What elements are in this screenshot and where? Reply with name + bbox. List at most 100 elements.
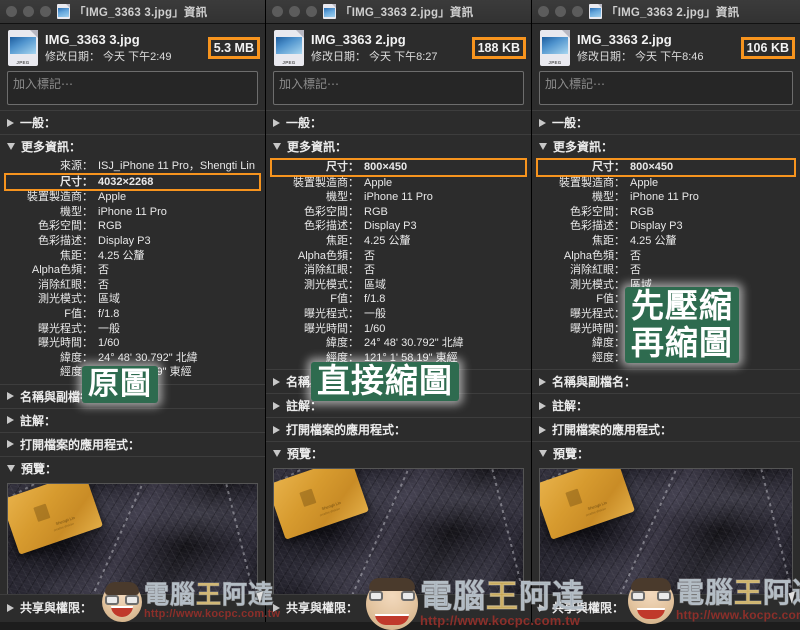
minimize-button[interactable] — [555, 6, 566, 17]
window-controls[interactable] — [6, 6, 51, 17]
section-preview[interactable]: 預覽： — [266, 442, 531, 466]
metadata-key: 曝光程式： — [304, 307, 359, 320]
metadata-value: 否 — [98, 264, 109, 277]
window-controls[interactable] — [272, 6, 317, 17]
metadata-row: 緯度： 24° 48' 30.792" 北緯 — [272, 336, 525, 351]
metadata-table: 來源： ISJ_iPhone 11 Pro，Shengti Lin 尺寸： 4032×… — [0, 158, 265, 384]
metadata-value: 否 — [364, 249, 375, 262]
metadata-value: Display P3 — [364, 220, 417, 233]
metadata-row: 裝置製造商： Apple — [538, 176, 794, 191]
section-label: 共享與權限： — [286, 601, 359, 615]
tags-placeholder: 加入標記⋯ — [13, 77, 74, 91]
metadata-key: 色彩描述： — [570, 220, 625, 233]
section-open-with[interactable]: 打開檔案的應用程式： — [532, 418, 800, 442]
metadata-key: 機型： — [60, 205, 93, 218]
jpeg-file-icon — [589, 4, 602, 19]
chevron-down-icon — [7, 464, 15, 472]
metadata-value: 否 — [364, 264, 375, 277]
metadata-row: 焦距： 4.25 公釐 — [6, 249, 259, 264]
section-label: 一般： — [20, 116, 57, 130]
section-label: 共享與權限： — [20, 601, 93, 615]
metadata-key: 曝光時間： — [38, 337, 93, 350]
metadata-row: 消除紅眼： 否 — [6, 278, 259, 293]
minimize-button[interactable] — [289, 6, 300, 17]
metadata-key: 色彩空間： — [38, 220, 93, 233]
section-general[interactable]: 一般： — [266, 111, 531, 134]
close-button[interactable] — [272, 6, 283, 17]
section-more-info[interactable]: 更多資訊： — [532, 135, 800, 158]
metadata-key: 焦距： — [326, 234, 359, 247]
annotation-line: 直接縮圖 — [317, 361, 453, 400]
section-name-extension[interactable]: 名稱與副檔名： — [532, 370, 800, 394]
metadata-value: 一般 — [364, 307, 386, 320]
metadata-key: 焦距： — [592, 234, 625, 247]
window-title: 「IMG_3363 2.jpg」資訊 — [340, 6, 474, 19]
file-modified-date: 修改日期： 今天 下午8:46 — [577, 50, 704, 63]
section-more-info[interactable]: 更多資訊： — [0, 135, 265, 158]
annotation-original: 原圖 — [82, 366, 158, 403]
metadata-value: iPhone 11 Pro — [364, 191, 433, 204]
tags-input[interactable]: 加入標記⋯ — [273, 71, 524, 105]
section-general[interactable]: 一般： — [0, 111, 265, 134]
file-header: JPEG IMG_3363 2.jpg 修改日期： 今天 下午8:46 106 KB — [532, 24, 800, 68]
metadata-key: 機型： — [592, 191, 625, 204]
metadata-value: RGB — [630, 205, 654, 218]
zoom-button[interactable] — [306, 6, 317, 17]
metadata-row: 裝置製造商： Apple — [272, 176, 525, 191]
metadata-key: 色彩空間： — [304, 205, 359, 218]
tags-input[interactable]: 加入標記⋯ — [7, 71, 258, 105]
metadata-key: F值： — [330, 293, 359, 306]
close-button[interactable] — [6, 6, 17, 17]
metadata-value: 800×450 — [630, 161, 674, 173]
metadata-row: 消除紅眼： 否 — [538, 263, 794, 278]
section-label: 更多資訊： — [21, 140, 82, 154]
close-button[interactable] — [538, 6, 549, 17]
section-preview[interactable]: 預覽： — [0, 456, 265, 480]
window-title: 「IMG_3363 2.jpg」資訊 — [606, 6, 740, 19]
section-sharing-permissions[interactable]: 共享與權限： — [539, 599, 794, 616]
jpeg-document-icon: JPEG — [540, 30, 570, 66]
tag-field-wrapper: 加入標記⋯ — [532, 68, 800, 110]
zoom-button[interactable] — [40, 6, 51, 17]
metadata-row: F值： f/1.8 — [6, 307, 259, 322]
section-label: 更多資訊： — [287, 140, 348, 154]
section-label: 打開檔案的應用程式： — [552, 423, 673, 438]
metadata-key: 尺寸： — [60, 175, 93, 188]
section-sharing-permissions[interactable]: 共享與權限： — [273, 599, 525, 616]
minimize-button[interactable] — [23, 6, 34, 17]
window-controls[interactable] — [538, 6, 583, 17]
jpeg-document-icon: JPEG — [274, 30, 304, 66]
section-preview[interactable]: 預覽： — [532, 442, 800, 466]
chevron-right-icon — [7, 392, 14, 401]
metadata-key: 焦距： — [60, 249, 93, 262]
chevron-right-icon — [273, 377, 280, 386]
metadata-key: 緯度： — [326, 337, 359, 350]
metadata-value: 區域 — [98, 293, 120, 306]
metadata-key: Alpha色頻： — [297, 249, 359, 262]
tags-input[interactable]: 加入標記⋯ — [539, 71, 793, 105]
metadata-value: 4.25 公釐 — [364, 234, 411, 247]
chevron-right-icon — [7, 440, 14, 449]
zoom-button[interactable] — [572, 6, 583, 17]
section-label: 註解： — [552, 399, 589, 414]
metadata-key: 機型： — [326, 191, 359, 204]
section-label: 一般： — [286, 116, 323, 130]
section-general[interactable]: 一般： — [532, 111, 800, 134]
section-more-info[interactable]: 更多資訊： — [266, 135, 531, 158]
section-comments[interactable]: 註解： — [0, 408, 265, 432]
tags-placeholder: 加入標記⋯ — [279, 77, 340, 91]
metadata-row: Alpha色頻： 否 — [272, 249, 525, 264]
chevron-right-icon — [273, 401, 280, 410]
file-name: IMG_3363 2.jpg — [311, 31, 406, 47]
section-label: 預覽： — [21, 461, 58, 476]
section-comments[interactable]: 註解： — [532, 394, 800, 418]
metadata-key: 消除紅眼： — [570, 264, 625, 277]
section-label: 打開檔案的應用程式： — [286, 423, 407, 438]
section-open-with[interactable]: 打開檔案的應用程式： — [266, 418, 531, 442]
metadata-key: 裝置製造商： — [27, 191, 93, 204]
section-open-with[interactable]: 打開檔案的應用程式： — [0, 432, 265, 456]
chevron-down-icon — [539, 143, 547, 150]
section-sharing-permissions[interactable]: 共享與權限： — [7, 599, 259, 616]
metadata-row: 測光模式： 區域 — [6, 292, 259, 307]
file-size-badge: 106 KB — [740, 37, 796, 59]
